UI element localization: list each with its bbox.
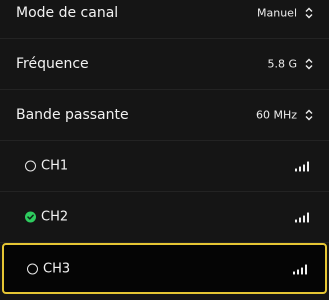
frequency-label: Fréquence [16, 56, 89, 72]
chevron-up-down-icon[interactable] [305, 109, 313, 121]
channel-mode-label: Mode de canal [16, 5, 119, 21]
channel-mode-value[interactable]: Manuel [257, 7, 297, 20]
frequency-row[interactable]: Fréquence 5.8 G [0, 39, 329, 90]
channel-label: CH1 [41, 158, 69, 174]
channel-mode-row[interactable]: Mode de canal Manuel [0, 0, 329, 39]
chevron-up-down-icon[interactable] [305, 7, 313, 19]
radio-empty-icon[interactable] [27, 263, 38, 274]
channel-label: CH3 [43, 261, 71, 276]
radio-empty-icon[interactable] [25, 160, 36, 172]
bandwidth-label: Bande passante [16, 107, 129, 123]
bandwidth-row[interactable]: Bande passante 60 MHz [0, 90, 329, 141]
frequency-value[interactable]: 5.8 G [267, 58, 297, 71]
signal-strength-icon [293, 264, 307, 274]
channel-row-ch3[interactable]: CH3 [2, 243, 327, 294]
signal-strength-icon [295, 212, 309, 223]
channel-label: CH2 [41, 209, 69, 225]
bandwidth-value[interactable]: 60 MHz [256, 109, 297, 122]
check-circle-icon[interactable] [25, 211, 36, 223]
channel-settings-screen: Mode de canal Manuel Fréquence 5.8 G Ban… [0, 0, 329, 300]
signal-strength-icon [295, 161, 309, 172]
channel-row-ch1[interactable]: CH1 [0, 141, 329, 192]
chevron-up-down-icon[interactable] [305, 58, 313, 70]
channel-row-ch2[interactable]: CH2 [0, 192, 329, 243]
